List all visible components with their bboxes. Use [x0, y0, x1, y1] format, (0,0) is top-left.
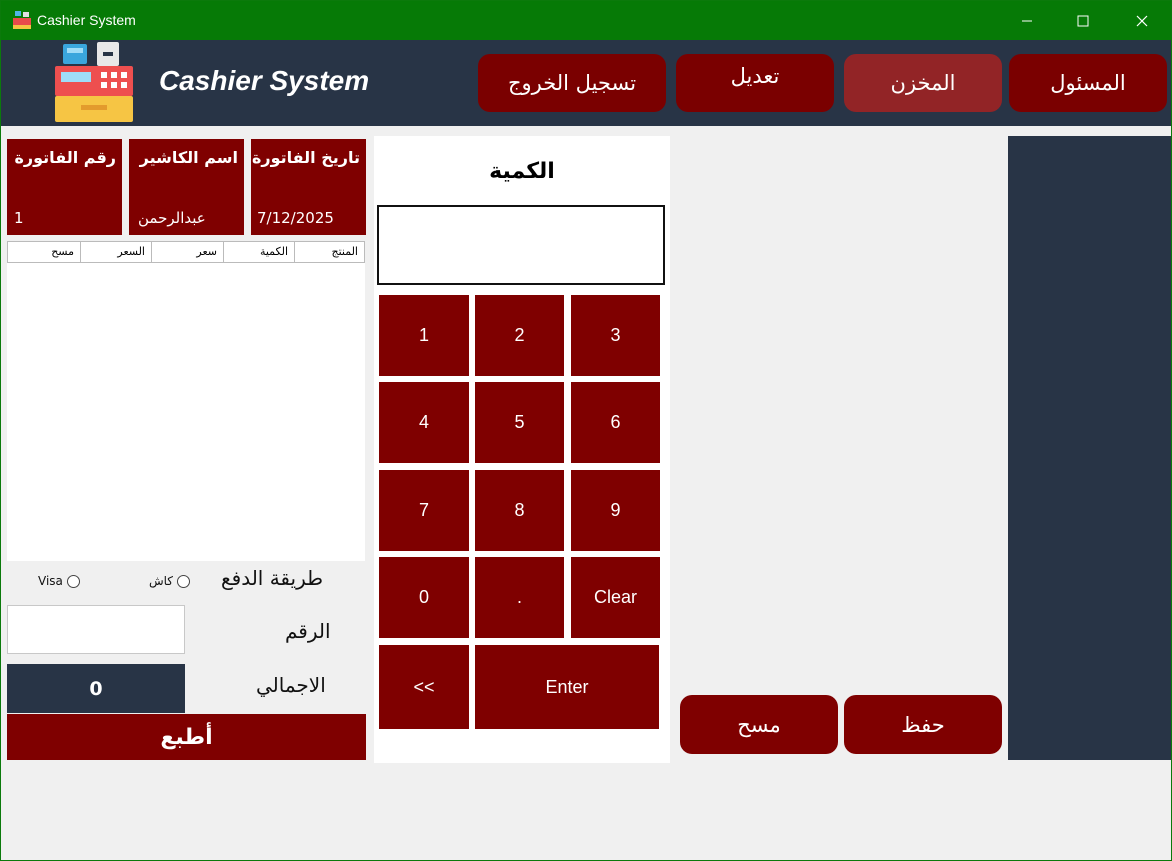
invoice-number-value: 1: [14, 209, 24, 227]
backspace-key-button[interactable]: <<: [379, 645, 469, 729]
key-7-button[interactable]: 7: [379, 470, 469, 551]
total-value: 0: [7, 664, 185, 713]
invoice-date-value: 7/12/2025: [257, 209, 334, 227]
cashier-name-value: عبدالرحمن: [138, 209, 206, 227]
window-title: Cashier System: [37, 12, 136, 28]
grid-column-header[interactable]: الكمية: [223, 242, 294, 262]
radio-circle-icon: [66, 574, 80, 588]
cash-radio-label: كاش: [149, 574, 174, 588]
grid-header: المنتج الكمية سعر السعر مسح: [7, 241, 365, 263]
brand-title: Cashier System: [159, 65, 370, 96]
invoice-date-box: تاريخ الفاتورة 7/12/2025: [251, 139, 366, 235]
key-3-button[interactable]: 3: [571, 295, 660, 376]
side-panel: [1008, 136, 1171, 760]
grid-column-header[interactable]: سعر: [151, 242, 223, 262]
cashier-name-label: اسم الكاشير: [139, 148, 238, 167]
nav-inventory-button[interactable]: المخزن: [844, 54, 1002, 112]
total-label: الاجمالي: [256, 673, 326, 697]
nav-admin-button[interactable]: المسئول: [1009, 54, 1167, 112]
key-4-button[interactable]: 4: [379, 382, 469, 463]
clear-key-button[interactable]: Clear: [571, 557, 660, 638]
number-input[interactable]: [7, 605, 185, 654]
maximize-button[interactable]: [1060, 1, 1106, 40]
key-1-button[interactable]: 1: [379, 295, 469, 376]
maximize-icon: [1077, 15, 1089, 26]
key-5-button[interactable]: 5: [475, 382, 564, 463]
visa-radio-label: Visa: [38, 574, 63, 588]
enter-key-button[interactable]: Enter: [475, 645, 659, 729]
clear-button[interactable]: مسح: [680, 695, 838, 754]
key-dot-button[interactable]: .: [475, 557, 564, 638]
grid-column-header[interactable]: المنتج: [294, 242, 364, 262]
payment-method-label: طريقة الدفع: [221, 566, 324, 590]
close-icon: [1136, 15, 1148, 26]
quantity-input[interactable]: [377, 205, 665, 285]
close-button[interactable]: [1119, 1, 1165, 40]
grid-column-header[interactable]: السعر: [80, 242, 151, 262]
radio-circle-icon: [177, 574, 191, 588]
cashier-name-box: اسم الكاشير عبدالرحمن: [129, 139, 244, 235]
print-button[interactable]: أطبع: [7, 714, 366, 760]
minimize-button[interactable]: [1004, 1, 1050, 40]
visa-radio[interactable]: Visa: [38, 574, 80, 588]
number-label: الرقم: [285, 619, 331, 643]
cash-radio[interactable]: كاش: [149, 574, 191, 588]
key-9-button[interactable]: 9: [571, 470, 660, 551]
nav-edit-button[interactable]: تعديل: [676, 54, 834, 112]
app-window: Cashier System Cashier System تسجيل الخر…: [0, 0, 1172, 861]
cash-register-icon: [13, 11, 31, 29]
items-grid[interactable]: المنتج الكمية سعر السعر مسح: [7, 241, 365, 561]
key-8-button[interactable]: 8: [475, 470, 564, 551]
quantity-title: الكمية: [489, 159, 555, 184]
nav-logout-button[interactable]: تسجيل الخروج: [478, 54, 666, 112]
invoice-date-label: تاريخ الفاتورة: [251, 148, 360, 167]
invoice-number-label: رقم الفاتورة: [14, 148, 116, 167]
key-2-button[interactable]: 2: [475, 295, 564, 376]
minimize-icon: [1022, 20, 1032, 21]
key-6-button[interactable]: 6: [571, 382, 660, 463]
key-0-button[interactable]: 0: [379, 557, 469, 638]
grid-column-header[interactable]: مسح: [8, 242, 80, 262]
save-button[interactable]: حفظ: [844, 695, 1002, 754]
cash-register-logo: [55, 42, 133, 122]
title-bar: Cashier System: [1, 1, 1171, 40]
invoice-number-box: رقم الفاتورة 1: [7, 139, 122, 235]
